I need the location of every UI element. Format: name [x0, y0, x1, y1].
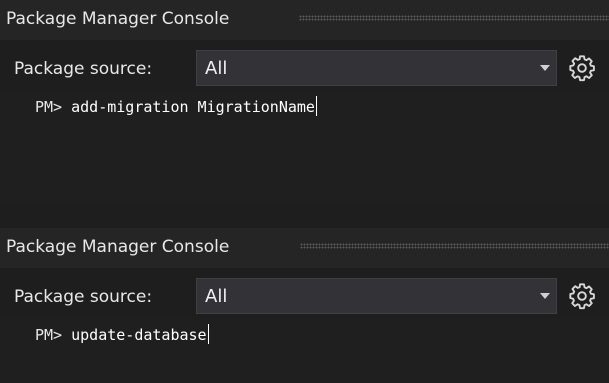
- console-title-bar[interactable]: Package Manager Console: [0, 228, 609, 268]
- package-manager-console-panel-2: Package Manager Console Package source: …: [0, 228, 609, 383]
- chevron-down-icon[interactable]: [540, 293, 550, 299]
- title-bar-grip[interactable]: [300, 243, 609, 249]
- command-line[interactable]: PM> add-migration MigrationName: [35, 96, 317, 118]
- gear-icon[interactable]: [568, 282, 596, 310]
- package-source-dropdown[interactable]: All: [196, 278, 557, 314]
- console-title: Package Manager Console: [6, 9, 230, 29]
- command-text: add-migration MigrationName: [71, 98, 315, 116]
- console-title-bar[interactable]: Package Manager Console: [0, 0, 609, 40]
- package-source-value: All: [205, 286, 228, 307]
- package-source-value: All: [205, 58, 228, 79]
- text-caret: [315, 96, 317, 116]
- console-output-area[interactable]: PM> add-migration MigrationName: [0, 90, 609, 205]
- command-line[interactable]: PM> update-database: [35, 324, 209, 346]
- console-title: Package Manager Console: [6, 237, 230, 257]
- gear-icon[interactable]: [568, 54, 596, 82]
- pm-prompt: PM>: [35, 98, 63, 116]
- console-output-area[interactable]: PM> update-database: [0, 318, 609, 383]
- package-source-dropdown[interactable]: All: [196, 50, 557, 86]
- package-source-label: Package source:: [14, 59, 153, 79]
- pm-prompt: PM>: [35, 326, 63, 344]
- package-source-label: Package source:: [14, 287, 153, 307]
- command-text: update-database: [71, 326, 207, 344]
- chevron-down-icon[interactable]: [540, 65, 550, 71]
- text-caret: [207, 324, 209, 344]
- panel-separator: [0, 205, 609, 228]
- package-manager-console-panel-1: Package Manager Console Package source: …: [0, 0, 609, 205]
- title-bar-grip[interactable]: [299, 15, 609, 21]
